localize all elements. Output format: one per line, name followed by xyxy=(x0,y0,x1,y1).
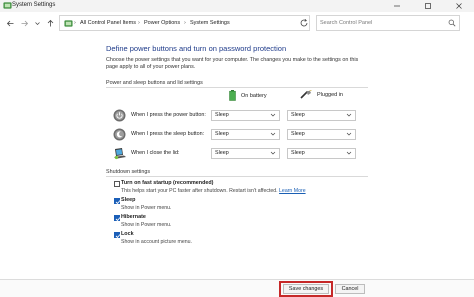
fast-startup-label: Turn on fast startup (recommended) xyxy=(121,180,214,186)
row-label-close-lid: When I close the lid: xyxy=(131,150,180,156)
column-plugged-in: Plugged in xyxy=(300,90,343,99)
chevron-down-icon xyxy=(346,151,352,155)
page-title: Define power buttons and turn on passwor… xyxy=(106,44,287,53)
column-plugged-in-label: Plugged in xyxy=(317,91,343,98)
window-title: System Settings xyxy=(12,2,56,8)
breadcrumb[interactable]: › All Control Panel Items › Power Option… xyxy=(59,15,310,31)
column-on-battery-label: On battery xyxy=(241,92,267,99)
lock-checkbox[interactable] xyxy=(114,232,121,239)
fast-startup-checkbox[interactable] xyxy=(114,181,120,187)
breadcrumb-system-settings[interactable]: System Settings xyxy=(190,18,230,28)
breadcrumb-all-control-panel-items[interactable]: All Control Panel Items xyxy=(80,18,136,28)
cancel-button[interactable]: Cancel xyxy=(335,284,365,294)
save-changes-button[interactable]: Save changes xyxy=(283,284,329,294)
control-panel-icon xyxy=(64,20,73,27)
close-lid-plugged-in-dropdown[interactable]: Sleep xyxy=(287,148,356,159)
shutdown-section-label: Shutdown settings xyxy=(106,169,151,175)
chevron-down-icon xyxy=(34,21,40,25)
close-icon xyxy=(456,3,462,9)
power-button-on-battery-dropdown[interactable]: Sleep xyxy=(211,110,280,121)
breadcrumb-separator: › xyxy=(74,20,76,26)
chevron-down-icon xyxy=(346,113,352,117)
page-description: Choose the power settings that you want … xyxy=(106,57,359,70)
maximize-button[interactable] xyxy=(417,0,439,12)
fast-startup-description: This helps start your PC faster after sh… xyxy=(121,188,306,194)
arrow-left-icon xyxy=(6,20,13,26)
search-input[interactable] xyxy=(320,17,444,29)
plug-icon xyxy=(300,90,312,99)
chevron-down-icon xyxy=(270,151,276,155)
hibernate-option-description: Show in Power menu. xyxy=(121,222,172,228)
fast-startup-desc-text: This helps start your PC faster after sh… xyxy=(121,188,278,194)
dropdown-value: Sleep xyxy=(291,131,305,137)
section-divider xyxy=(106,87,368,88)
lock-option-label: Lock xyxy=(121,231,134,237)
search-box[interactable] xyxy=(316,15,460,31)
lock-option-description: Show in account picture menu. xyxy=(121,239,192,245)
address-bar: › All Control Panel Items › Power Option… xyxy=(0,12,474,34)
minimize-icon xyxy=(394,5,400,7)
sleep-button-on-battery-dropdown[interactable]: Sleep xyxy=(211,129,280,140)
breadcrumb-power-options[interactable]: Power Options xyxy=(144,18,180,28)
title-bar: System Settings xyxy=(0,0,474,12)
dropdown-value: Sleep xyxy=(215,150,229,156)
power-section-label: Power and sleep buttons and lid settings xyxy=(106,80,203,86)
recent-locations-button[interactable] xyxy=(31,17,43,29)
row-label-sleep-button: When I press the sleep button: xyxy=(131,131,205,137)
minimize-button[interactable] xyxy=(386,0,408,12)
footer: Save changes Cancel xyxy=(0,279,474,297)
hibernate-option-label: Hibernate xyxy=(121,214,146,220)
sleep-button-plugged-in-dropdown[interactable]: Sleep xyxy=(287,129,356,140)
battery-icon xyxy=(229,90,236,101)
breadcrumb-separator: › xyxy=(138,20,140,26)
chevron-down-icon xyxy=(270,113,276,117)
dropdown-value: Sleep xyxy=(215,131,229,137)
chevron-down-icon xyxy=(346,132,352,136)
back-button[interactable] xyxy=(4,17,16,29)
control-panel-icon xyxy=(3,2,12,9)
hibernate-checkbox[interactable] xyxy=(114,215,121,222)
section-divider xyxy=(106,176,368,177)
dropdown-value: Sleep xyxy=(291,150,305,156)
chevron-down-icon xyxy=(270,132,276,136)
sleep-button-icon xyxy=(113,128,126,141)
sleep-checkbox[interactable] xyxy=(114,198,121,205)
forward-button[interactable] xyxy=(18,17,30,29)
sleep-option-description: Show in Power menu. xyxy=(121,205,172,211)
up-button[interactable] xyxy=(44,17,56,29)
row-label-power-button: When I press the power button: xyxy=(131,112,206,118)
main-content: Define power buttons and turn on passwor… xyxy=(0,34,474,297)
search-icon[interactable] xyxy=(448,19,456,27)
dropdown-value: Sleep xyxy=(215,112,229,118)
arrow-up-icon xyxy=(47,19,53,26)
close-lid-on-battery-dropdown[interactable]: Sleep xyxy=(211,148,280,159)
maximize-icon xyxy=(425,3,431,9)
column-on-battery: On battery xyxy=(229,90,267,101)
dropdown-value: Sleep xyxy=(291,112,305,118)
arrow-right-icon xyxy=(21,20,28,26)
laptop-lid-icon xyxy=(114,148,126,160)
power-button-plugged-in-dropdown[interactable]: Sleep xyxy=(287,110,356,121)
learn-more-link[interactable]: Learn More xyxy=(279,188,306,194)
close-button[interactable] xyxy=(448,0,470,12)
power-button-icon xyxy=(113,109,126,122)
refresh-icon[interactable] xyxy=(299,18,309,28)
breadcrumb-separator: › xyxy=(184,20,186,26)
sleep-option-label: Sleep xyxy=(121,197,136,203)
